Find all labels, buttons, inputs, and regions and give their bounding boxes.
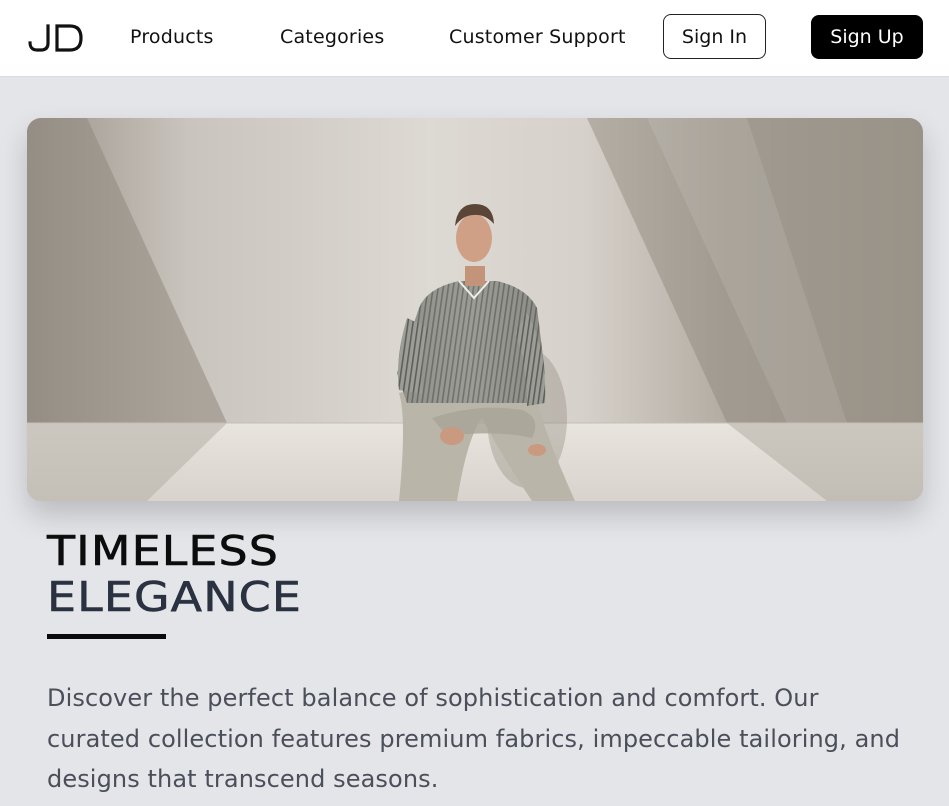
hero-image — [27, 118, 923, 501]
nav-link-products[interactable]: Products — [130, 26, 214, 48]
hero-description: Discover the perfect balance of sophisti… — [47, 684, 901, 793]
nav-link-categories[interactable]: Categories — [280, 26, 384, 48]
headline-underline — [47, 634, 166, 639]
sign-up-button[interactable]: Sign Up — [811, 15, 923, 59]
headline-line-2: ELEGANCE — [47, 573, 303, 622]
nav-link-customer-support[interactable]: Customer Support — [449, 26, 626, 48]
top-navbar: Products Categories Customer Support Sig… — [0, 0, 949, 77]
brand-logo[interactable] — [28, 23, 84, 53]
sign-in-button[interactable]: Sign In — [663, 14, 766, 59]
headline-line-1: TIMELESS — [47, 527, 280, 576]
